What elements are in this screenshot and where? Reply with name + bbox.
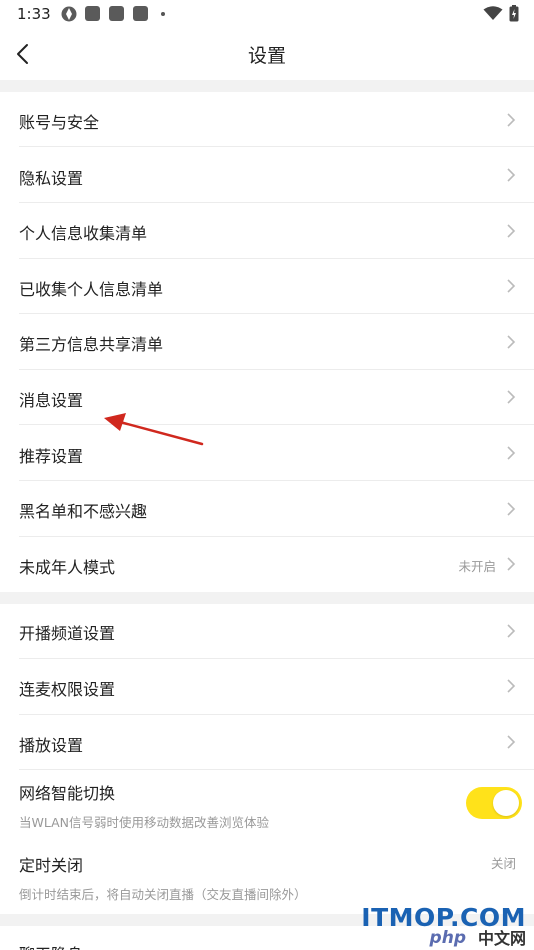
settings-item-message[interactable]: 消息设置	[0, 370, 534, 425]
settings-item-third-party-sharing[interactable]: 第三方信息共享清单	[0, 314, 534, 370]
chevron-right-icon	[507, 335, 516, 349]
more-notifications-dot-icon	[161, 12, 165, 16]
chevron-right-icon	[507, 735, 516, 749]
section-divider	[0, 592, 534, 604]
notification-icon	[85, 6, 100, 21]
chevron-right-icon	[507, 679, 516, 693]
settings-item-label: 个人信息收集清单	[19, 224, 148, 243]
settings-item-description: 倒计时结束后，将自动关闭直播（交友直播间除外）	[19, 887, 307, 902]
settings-item-label: 播放设置	[19, 736, 84, 755]
nav-bar: 设置	[0, 28, 534, 80]
chevron-right-icon	[507, 557, 516, 571]
settings-item-label: 未成年人模式	[19, 558, 116, 577]
settings-item-label: 聊天隐身	[19, 941, 83, 950]
watermark-cn: 中文网	[477, 929, 526, 948]
settings-item-label: 隐私设置	[19, 169, 84, 188]
chevron-right-icon	[507, 502, 516, 516]
status-time: 1:33	[17, 5, 51, 23]
chevron-right-icon	[507, 624, 516, 638]
wifi-icon	[483, 6, 503, 20]
settings-item-privacy[interactable]: 隐私设置	[0, 147, 534, 203]
settings-item-label: 黑名单和不感兴趣	[19, 502, 148, 521]
battery-icon	[509, 5, 519, 22]
notification-icon	[109, 6, 124, 21]
settings-item-personal-info-collection[interactable]: 个人信息收集清单	[0, 203, 534, 259]
timer-status: 关闭	[490, 856, 516, 871]
settings-item-label: 账号与安全	[19, 113, 100, 132]
app-notification-icon	[61, 6, 77, 22]
settings-item-recommendation[interactable]: 推荐设置	[0, 425, 534, 481]
settings-item-label: 定时关闭	[19, 856, 84, 875]
minor-mode-status: 未开启	[458, 559, 496, 574]
settings-item-label: 第三方信息共享清单	[19, 335, 164, 354]
settings-item-label: 网络智能切换	[19, 784, 116, 803]
settings-item-broadcast-channel[interactable]: 开播频道设置	[0, 604, 534, 659]
smart-network-toggle[interactable]	[466, 787, 522, 819]
section-divider	[0, 80, 534, 92]
chevron-right-icon	[507, 168, 516, 182]
chevron-right-icon	[507, 446, 516, 460]
settings-item-playback[interactable]: 播放设置	[0, 715, 534, 770]
notification-icon	[133, 6, 148, 21]
chevron-right-icon	[507, 279, 516, 293]
settings-item-label: 推荐设置	[19, 447, 84, 466]
settings-item-label: 消息设置	[19, 391, 84, 410]
settings-item-label: 开播频道设置	[19, 624, 116, 643]
toggle-knob	[493, 790, 519, 816]
settings-item-label: 连麦权限设置	[19, 680, 116, 699]
settings-item-smart-network: 网络智能切换 当WLAN信号弱时使用移动数据改善浏览体验	[0, 770, 534, 842]
settings-item-description: 当WLAN信号弱时使用移动数据改善浏览体验	[19, 815, 270, 830]
settings-item-mic-permission[interactable]: 连麦权限设置	[0, 659, 534, 715]
chevron-right-icon	[507, 224, 516, 238]
settings-item-label: 已收集个人信息清单	[19, 280, 164, 299]
watermark-php: php	[429, 928, 466, 948]
chevron-right-icon	[507, 113, 516, 127]
settings-item-blacklist[interactable]: 黑名单和不感兴趣	[0, 481, 534, 537]
settings-item-account-security[interactable]: 账号与安全	[0, 92, 534, 147]
settings-item-minor-mode[interactable]: 未成年人模式 未开启	[0, 537, 534, 592]
chevron-right-icon	[507, 390, 516, 404]
settings-item-collected-info[interactable]: 已收集个人信息清单	[0, 259, 534, 314]
status-bar: 1:33	[0, 0, 534, 28]
page-title: 设置	[247, 45, 286, 67]
